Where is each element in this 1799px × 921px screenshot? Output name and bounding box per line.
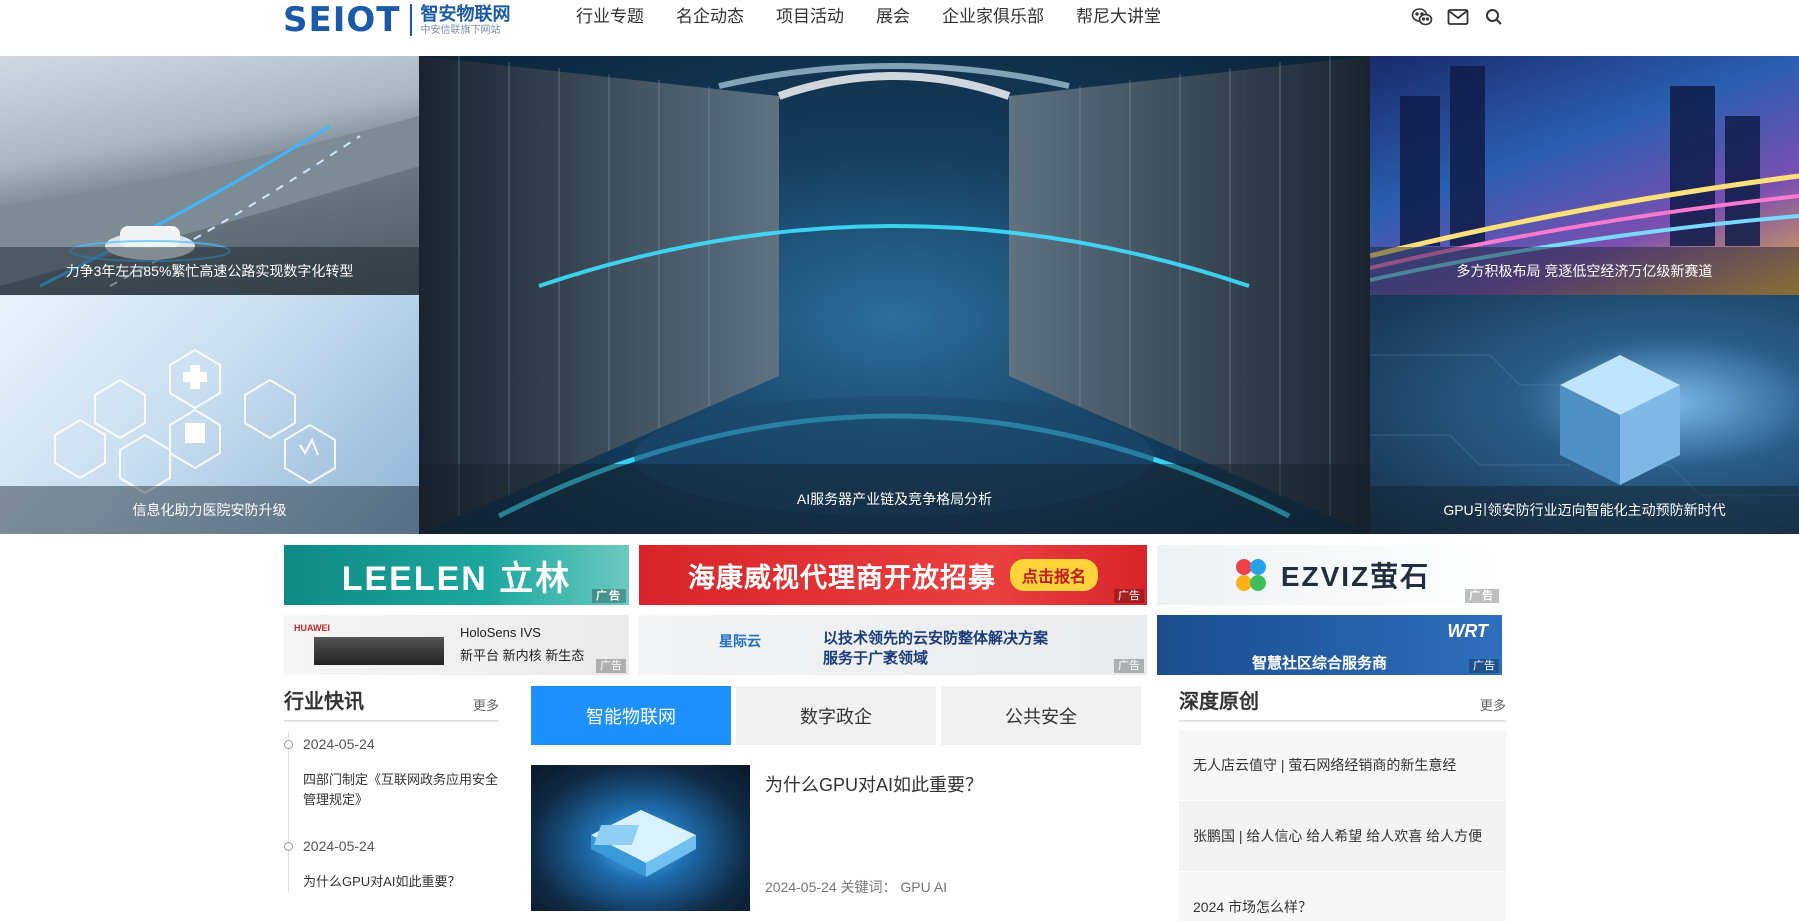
nav-item-exhibitions[interactable]: 展会: [860, 4, 926, 30]
ad-starcloud[interactable]: 星际云 以技术领先的云安防整体解决方案 服务于广袤领域 广告: [639, 615, 1147, 675]
ad-hikvision-text: 海康威视代理商开放招募: [687, 562, 996, 593]
ad-leelen[interactable]: LEELEN 立林 广告: [284, 545, 629, 605]
ad-tag: 广告: [1469, 659, 1499, 673]
banner-tile-low-altitude[interactable]: 多方积极布局 竞逐低空经济万亿级新赛道: [1370, 56, 1799, 295]
timeline-dot: [284, 842, 293, 851]
banner-caption-gpu: GPU引领安防行业迈向智能化主动预防新时代: [1370, 486, 1799, 534]
ad-tag: 广告: [1114, 589, 1144, 603]
server-rack-image: [314, 637, 444, 665]
logo-divider: [410, 4, 413, 36]
ad-ezviz-text: EZVIZ萤石: [1280, 561, 1431, 592]
section-title: 行业快讯: [284, 691, 364, 713]
news-link[interactable]: 四部门制定《互联网政务应用安全管理规定》: [303, 770, 499, 810]
huawei-logo: HUAWEI: [294, 623, 330, 633]
news-date: 2024-05-24: [303, 736, 375, 752]
more-link[interactable]: 更多: [473, 695, 499, 714]
article-title[interactable]: 为什么GPU对AI如此重要？: [765, 771, 983, 797]
industry-news-section: 行业快讯 更多 2024-05-24 四部门制定《互联网政务应用安全管理规定》 …: [284, 686, 499, 916]
article-meta: 2024-05-24 关键词： GPU AI: [765, 879, 948, 895]
wrt-logo: WRT: [1447, 621, 1488, 641]
list-item: 2024-05-24 为什么GPU对AI如此重要？: [284, 834, 499, 892]
original-depth-section: 深度原创 更多 无人店云值守 | 萤石网络经销商的新生意经 张鹏国 | 给人信心…: [1179, 686, 1506, 921]
category-tabs-section: 智能物联网 数字政企 公共安全 为什么GPU对AI如此重要？ 2024-05-2…: [531, 686, 1142, 911]
list-item[interactable]: 张鹏国 | 给人信心 给人希望 给人欢喜 给人方便: [1179, 801, 1506, 872]
article-thumbnail[interactable]: [531, 765, 750, 911]
ad-tag: 广告: [1465, 589, 1499, 603]
banner-tile-gpu[interactable]: GPU引领安防行业迈向智能化主动预防新时代: [1370, 295, 1799, 534]
banner-caption-highway: 力争3年左右85%繁忙高速公路实现数字化转型: [0, 247, 419, 295]
ad-huawei-title: HoloSens IVS: [460, 625, 541, 640]
ad-starcloud-line1: 以技术领先的云安防整体解决方案: [823, 630, 1049, 647]
article-card: 为什么GPU对AI如此重要？ 2024-05-24 关键词： GPU AI: [531, 765, 1142, 911]
ad-tag: 广告: [1114, 659, 1144, 673]
news-date: 2024-05-24: [303, 838, 375, 854]
list-item[interactable]: 无人店云值守 | 萤石网络经销商的新生意经: [1179, 730, 1506, 801]
mail-icon[interactable]: [1446, 6, 1470, 28]
tab-bar: 智能物联网 数字政企 公共安全: [531, 686, 1142, 745]
tab-iot[interactable]: 智能物联网: [531, 686, 731, 745]
tab-digital-gov[interactable]: 数字政企: [736, 686, 936, 745]
gpu-chip-illustration: [591, 810, 696, 877]
wechat-icon[interactable]: [1410, 6, 1434, 28]
site-logo[interactable]: SEIOT 智安物联网 中安信联旗下网站: [283, 2, 510, 38]
logo-text: 智安物联网 中安信联旗下网站: [420, 5, 510, 36]
section-header: 行业快讯 更多: [284, 686, 499, 722]
more-link[interactable]: 更多: [1480, 695, 1506, 714]
nav-item-lecture-hall[interactable]: 帮尼大讲堂: [1060, 4, 1177, 30]
list-item[interactable]: 2024 市场怎么样？: [1179, 872, 1506, 921]
section-header: 深度原创 更多: [1179, 686, 1506, 722]
banner-tile-highway[interactable]: 力争3年左右85%繁忙高速公路实现数字化转型: [0, 56, 419, 295]
nav-item-project-events[interactable]: 项目活动: [760, 4, 860, 30]
ad-huawei-subtitle: 新平台 新内核 新生态: [460, 648, 585, 663]
tab-public-safety[interactable]: 公共安全: [941, 686, 1141, 745]
site-header: SEIOT 智安物联网 中安信联旗下网站 行业专题 名企动态 项目活动 展会 企…: [0, 0, 1799, 56]
ad-starcloud-line2: 服务于广袤领域: [823, 650, 929, 667]
ad-tag: 广告: [592, 589, 626, 603]
ad-wrt[interactable]: WRT 智慧社区综合服务商 广告: [1157, 615, 1502, 675]
hero-banner: 力争3年左右85%繁忙高速公路实现数字化转型 信息化助力医院安防升级 AI服务器…: [0, 56, 1799, 534]
section-title: 深度原创: [1179, 691, 1259, 713]
ad-tag: 广告: [596, 659, 626, 673]
banner-caption-hospital: 信息化助力医院安防升级: [0, 486, 419, 534]
news-link[interactable]: 为什么GPU对AI如此重要？: [303, 872, 499, 892]
ezviz-logo-icon: [1235, 559, 1266, 591]
logo-mark: SEIOT: [283, 0, 401, 40]
depth-article-list: 无人店云值守 | 萤石网络经销商的新生意经 张鹏国 | 给人信心 给人希望 给人…: [1179, 730, 1506, 921]
nav-item-company-news[interactable]: 名企动态: [660, 4, 760, 30]
logo-subtitle: 中安信联旗下网站: [420, 24, 501, 36]
server-room-illustration: [419, 56, 1370, 534]
starcloud-logo: 星际云: [719, 633, 761, 649]
header-icons: [1410, 6, 1506, 28]
banner-tile-ai-server[interactable]: AI服务器产业链及竞争格局分析: [419, 56, 1370, 534]
banner-caption-low-altitude: 多方积极布局 竞逐低空经济万亿级新赛道: [1370, 247, 1799, 295]
news-timeline: 2024-05-24 四部门制定《互联网政务应用安全管理规定》 2024-05-…: [284, 732, 499, 892]
banner-tile-hospital[interactable]: 信息化助力医院安防升级: [0, 295, 419, 534]
nav-item-entrepreneur-club[interactable]: 企业家俱乐部: [926, 4, 1060, 30]
timeline-dot: [284, 740, 293, 749]
logo-name: 智安物联网: [420, 3, 511, 24]
banner-caption-ai-server: AI服务器产业链及竞争格局分析: [419, 464, 1370, 534]
search-icon[interactable]: [1482, 6, 1506, 28]
main-nav: 行业专题 名企动态 项目活动 展会 企业家俱乐部 帮尼大讲堂: [560, 4, 1177, 30]
list-item: 2024-05-24 四部门制定《互联网政务应用安全管理规定》: [284, 732, 499, 810]
nav-item-industry-topics[interactable]: 行业专题: [560, 4, 660, 30]
ad-ezviz[interactable]: EZVIZ萤石 广告: [1157, 545, 1502, 605]
ad-wrt-text: 智慧社区综合服务商: [1252, 655, 1388, 672]
ad-hikvision-signup-button[interactable]: 点击报名: [1009, 559, 1098, 591]
ad-huawei[interactable]: HUAWEI HoloSens IVS 新平台 新内核 新生态 广告: [284, 615, 629, 675]
ad-leelen-text: LEELEN 立林: [341, 559, 572, 598]
ad-hikvision[interactable]: 海康威视代理商开放招募 点击报名 广告: [639, 545, 1147, 605]
